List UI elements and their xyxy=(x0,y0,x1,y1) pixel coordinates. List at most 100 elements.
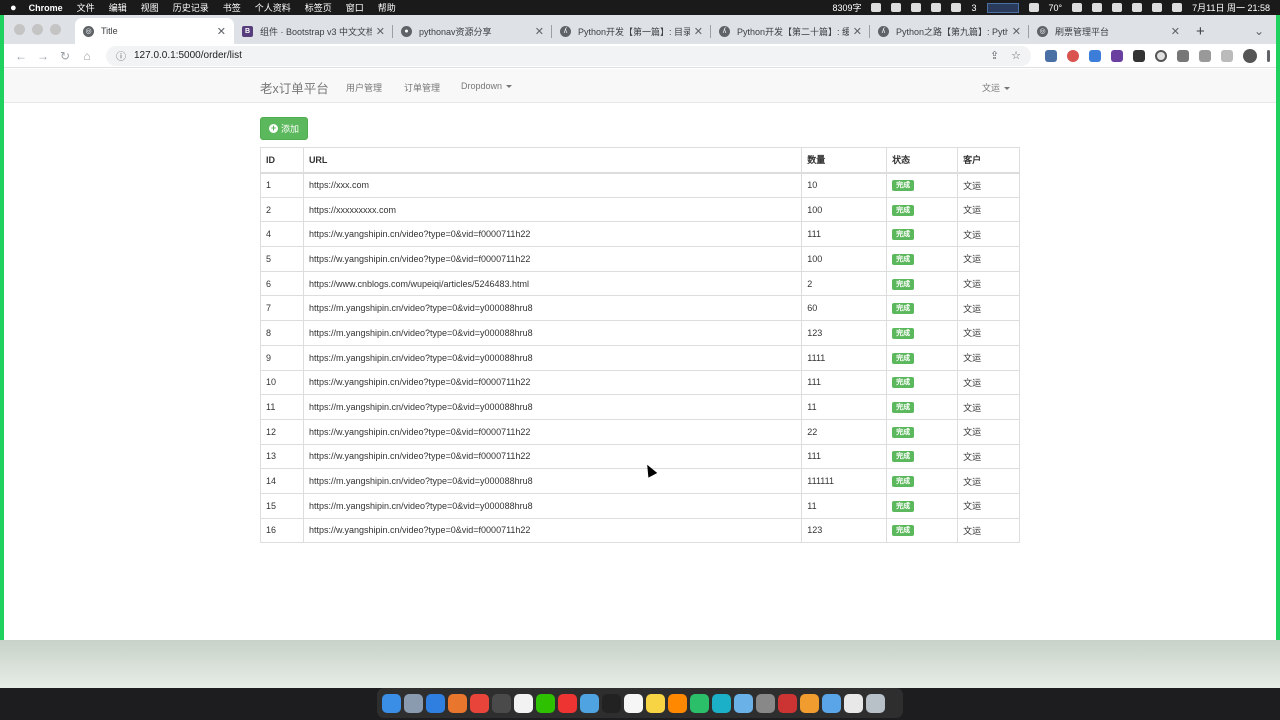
system-prefs-icon[interactable] xyxy=(756,693,775,713)
tab-close-icon[interactable]: ✕ xyxy=(694,25,703,38)
tab-python-20[interactable]: ʎ Python开发【第二十篇】: 缓存 ✕ xyxy=(711,18,870,44)
wechat-icon[interactable] xyxy=(951,3,962,12)
microphone-icon[interactable] xyxy=(891,3,902,12)
text-edit-icon[interactable] xyxy=(844,693,863,713)
reload-icon[interactable]: ↻ xyxy=(54,49,76,63)
calendar-icon[interactable] xyxy=(514,693,533,713)
control-center-icon[interactable] xyxy=(1172,3,1183,12)
minimize-window-button[interactable] xyxy=(32,24,43,35)
nav-order-management[interactable]: 订单管理 xyxy=(404,81,440,94)
site-info-icon[interactable]: ⓘ xyxy=(116,48,126,63)
bookmark-star-icon[interactable]: ☆ xyxy=(1011,49,1021,62)
tab-close-icon[interactable]: ✕ xyxy=(853,25,862,38)
tab-close-icon[interactable]: ✕ xyxy=(535,25,544,38)
finder-icon[interactable] xyxy=(382,693,401,713)
menu-profiles[interactable]: 个人资料 xyxy=(255,1,291,14)
nav-user-menu[interactable]: 文运 xyxy=(982,81,1011,94)
menu-app-name[interactable]: Chrome xyxy=(29,3,63,13)
extension-icon[interactable] xyxy=(1089,49,1101,62)
extension-icon[interactable] xyxy=(1045,49,1057,62)
site-brand[interactable]: 老x订单平台 xyxy=(260,78,329,97)
tab-strip: ◎ Title ✕ B 组件 · Bootstrap v3 中文文档 | ✕ ●… xyxy=(4,15,1276,44)
battery-icon[interactable] xyxy=(1112,3,1123,12)
menu-edit[interactable]: 编辑 xyxy=(109,1,127,14)
tab-search-icon[interactable]: ⌄ xyxy=(1254,18,1264,44)
tab-pythonav[interactable]: ● pythonav资源分享 ✕ xyxy=(393,18,552,44)
site-navbar: 老x订单平台 用户管理 订单管理 Dropdown 文运 xyxy=(4,69,1276,103)
sublime-icon[interactable] xyxy=(668,693,687,713)
tab-python-1[interactable]: ʎ Python开发【第一篇】: 目录 - ✕ xyxy=(552,18,711,44)
apple-icon[interactable]: ● xyxy=(10,2,17,14)
status-badge: 完成 xyxy=(892,204,915,216)
preview-icon[interactable] xyxy=(580,693,599,713)
extension-icon[interactable] xyxy=(1155,49,1167,62)
extensions-puzzle-icon[interactable] xyxy=(1199,49,1211,62)
menu-help[interactable]: 帮助 xyxy=(378,1,396,14)
search-icon[interactable] xyxy=(1152,3,1163,12)
nav-dropdown[interactable]: Dropdown xyxy=(461,81,513,91)
pycharm-ce-icon[interactable] xyxy=(712,693,731,713)
table-row: 10 https://w.yangshipin.cn/video?type=0&v… xyxy=(260,369,1020,396)
menu-tabs[interactable]: 标签页 xyxy=(305,1,332,14)
keyboard-icon[interactable] xyxy=(911,3,922,12)
caret-down-icon xyxy=(506,85,513,89)
tab-title[interactable]: ◎ Title ✕ xyxy=(75,18,234,44)
screen-border-right xyxy=(1276,15,1280,640)
folder-icon[interactable] xyxy=(822,693,841,713)
table-row: 2 https://xxxxxxxxx.com 100 完成 文运 xyxy=(260,196,1020,223)
netease-music-icon[interactable] xyxy=(558,693,577,713)
weather-icon[interactable] xyxy=(1028,3,1039,12)
app-icon[interactable] xyxy=(778,693,797,713)
add-order-button[interactable]: + 添加 xyxy=(260,117,309,140)
home-icon[interactable]: ⌂ xyxy=(76,49,98,63)
adblock-icon[interactable] xyxy=(1067,49,1079,62)
safari-icon[interactable] xyxy=(426,693,445,713)
tab-bootstrap[interactable]: B 组件 · Bootstrap v3 中文文档 | ✕ xyxy=(234,18,393,44)
address-bar[interactable]: ⓘ 127.0.0.1:5000/order/list ⇪ ☆ xyxy=(106,45,1031,66)
extension-icon[interactable] xyxy=(1177,49,1189,62)
menu-view[interactable]: 视图 xyxy=(141,1,159,14)
back-icon[interactable]: ← xyxy=(10,49,32,63)
tab-vote-platform[interactable]: ◎ 刷票管理平台 ✕ xyxy=(1029,18,1188,44)
address-text[interactable]: 127.0.0.1:5000/order/list xyxy=(134,50,242,61)
profile-avatar[interactable] xyxy=(1243,48,1257,63)
launchpad-icon[interactable] xyxy=(404,693,423,713)
wechat-icon[interactable] xyxy=(536,693,555,713)
new-tab-button[interactable]: + xyxy=(1196,18,1205,44)
nav-user-management[interactable]: 用户管理 xyxy=(346,81,382,94)
tab-close-icon[interactable]: ✕ xyxy=(1171,25,1180,38)
bluetooth-icon[interactable] xyxy=(1092,3,1103,12)
volume-icon[interactable] xyxy=(1072,3,1083,12)
extension-icon[interactable] xyxy=(1111,49,1123,62)
menu-window[interactable]: 窗口 xyxy=(346,1,364,14)
pycharm-icon[interactable] xyxy=(690,693,709,713)
datetime[interactable]: 7月11日 周一 21:58 xyxy=(1192,1,1270,14)
more-menu-icon[interactable] xyxy=(1267,49,1270,62)
terminal-icon[interactable] xyxy=(602,693,621,713)
record-icon[interactable] xyxy=(871,3,882,12)
tab-close-icon[interactable]: ✕ xyxy=(376,25,385,38)
wifi-icon[interactable] xyxy=(1132,3,1143,12)
folder-icon[interactable] xyxy=(800,693,819,713)
extension-icon[interactable] xyxy=(1133,49,1145,62)
notes-icon[interactable] xyxy=(624,693,643,713)
firefox-icon[interactable] xyxy=(448,693,467,713)
forward-icon[interactable]: → xyxy=(32,49,54,63)
stickies-icon[interactable] xyxy=(646,693,665,713)
zoom-window-button[interactable] xyxy=(50,24,61,35)
trash-icon[interactable] xyxy=(866,693,885,713)
tab-close-icon[interactable]: ✕ xyxy=(217,25,226,38)
word-count[interactable]: 8309字 xyxy=(832,1,861,14)
cloud-icon[interactable] xyxy=(734,693,753,713)
tab-python-9[interactable]: ʎ Python之路【第九篇】: Pytho ✕ xyxy=(870,18,1029,44)
share-icon[interactable]: ⇪ xyxy=(990,49,999,62)
menu-history[interactable]: 历史记录 xyxy=(173,1,209,14)
chrome-icon[interactable] xyxy=(470,693,489,713)
menu-bookmarks[interactable]: 书签 xyxy=(223,1,241,14)
sidebar-icon[interactable] xyxy=(1221,49,1233,62)
screen-mirror-icon[interactable] xyxy=(931,3,942,12)
tab-close-icon[interactable]: ✕ xyxy=(1012,25,1021,38)
menu-file[interactable]: 文件 xyxy=(77,1,95,14)
close-window-button[interactable] xyxy=(14,24,25,35)
app-icon[interactable] xyxy=(492,693,511,713)
